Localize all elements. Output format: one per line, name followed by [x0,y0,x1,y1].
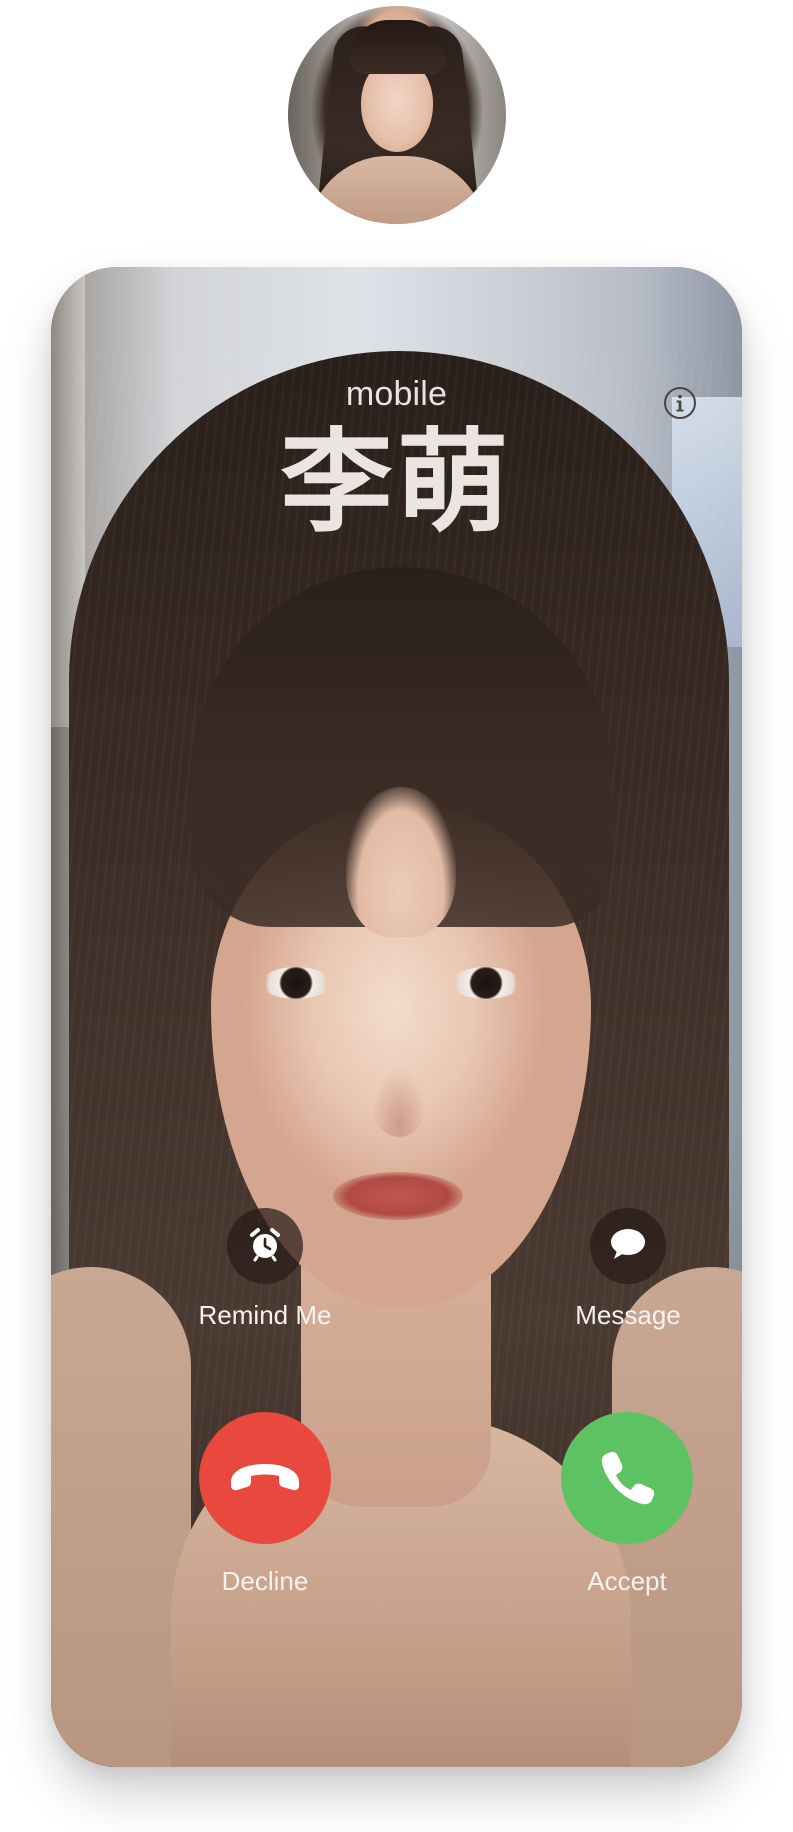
accept-label: Accept [587,1566,667,1596]
accept-action: Accept [517,1412,737,1597]
decline-button[interactable] [199,1412,331,1544]
remind-me-label: Remind Me [198,1300,332,1330]
decline-label: Decline [221,1566,309,1596]
caller-name: 李萌 [280,418,513,548]
call-type-label: mobile [345,375,448,413]
phone-hangup-icon [227,1456,303,1501]
remind-me-button[interactable] [227,1208,303,1284]
poster-forehead [346,787,456,937]
phone-icon [597,1446,657,1511]
avatar-fringe [350,20,446,74]
message-button[interactable] [590,1208,666,1284]
poster-eye-right [451,967,521,999]
accept-button[interactable] [561,1412,693,1544]
decline-action: Decline [155,1412,375,1597]
remind-me-action: Remind Me [165,1208,365,1331]
message-action: Message [528,1208,728,1331]
speech-bubble-icon [609,1227,647,1266]
alarm-clock-icon [247,1226,283,1267]
caller-avatar [288,6,506,224]
incoming-call-screen: mobile 李萌 Remind Me Message Decline Acce… [0,0,793,1832]
call-card: mobile 李萌 Remind Me Message Decline Acce… [51,267,742,1767]
poster-eye-left [261,967,331,999]
message-label: Message [575,1300,681,1330]
poster-nose [371,1067,427,1137]
